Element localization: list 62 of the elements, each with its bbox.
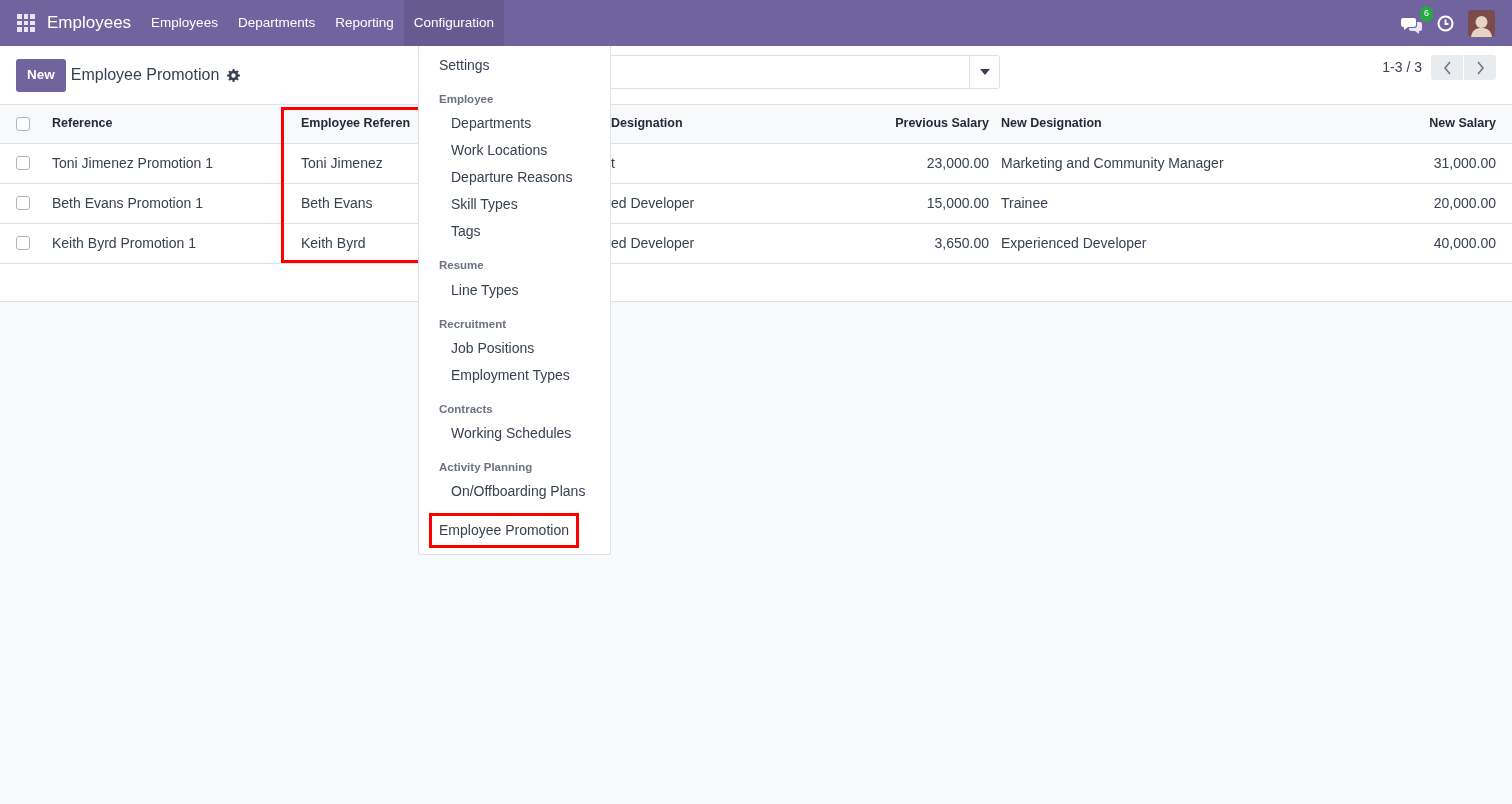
nav-menu-item[interactable]: Departments [227,0,326,46]
chevron-left-icon [1442,60,1452,75]
table-cell: 15,000.00 [926,194,989,211]
table-cell: ed Developer [611,234,695,251]
menu-item[interactable]: Working Schedules [419,420,592,447]
menu-item[interactable]: Departure Reasons [419,164,593,192]
menu-item[interactable]: Departments [419,110,552,138]
column-header[interactable]: Designation [611,116,683,131]
table-cell: 3,650.00 [934,234,989,251]
menu-item[interactable]: Tags [419,218,501,246]
apps-menu-icon[interactable] [17,14,35,32]
menu-item[interactable]: Employment Types [419,361,590,389]
table-cell: Marketing and Community Manager [1001,154,1224,171]
message-count: 6 [1420,6,1433,22]
menu-item[interactable]: Work Locations [419,137,568,165]
table-cell: Toni Jimenez Promotion 1 [52,154,214,171]
column-header[interactable]: Reference [52,116,113,131]
table-cell: 20,000.00 [1433,194,1496,211]
nav-menu-item[interactable]: Configuration [403,0,505,46]
clock-icon[interactable] [1437,14,1454,32]
menu-item[interactable]: Employee Promotion [429,513,579,549]
table-cell: Trainee [1001,194,1048,211]
new-button[interactable]: New [16,58,66,92]
caret-icon [979,69,990,75]
column-header[interactable]: New Designation [1001,116,1102,131]
menu-item[interactable]: Skill Types [419,191,538,219]
menu-section-header: Resume [438,258,485,274]
table-cell: Keith Byrd [301,234,366,251]
menu-item[interactable]: Line Types [419,276,539,304]
menu-section-header: Employee [438,92,495,107]
previous-button[interactable] [1431,55,1463,80]
menu-item[interactable]: Settings [419,52,510,79]
table-cell: 23,000.00 [926,154,989,171]
checkbox[interactable] [16,156,30,170]
table-cell: Toni Jimenez [301,154,383,171]
table-cell: 31,000.00 [1433,154,1496,171]
table-cell: Beth Evans Promotion 1 [52,194,203,211]
checkbox[interactable] [16,196,30,210]
avatar[interactable] [1468,9,1495,37]
table-cell: 40,000.00 [1433,234,1496,251]
table-cell: t [611,154,615,171]
app-name[interactable]: Employees [47,10,132,36]
table-cell: Experienced Developer [1001,234,1147,251]
nav-menu-item[interactable]: Employees [141,0,228,46]
table-cell: Keith Byrd Promotion 1 [52,234,196,251]
column-header[interactable]: Previous Salary [895,116,989,131]
next-button[interactable] [1464,55,1496,80]
menu-section-header: Contracts [438,401,494,417]
table-cell: ed Developer [611,194,695,211]
column-header[interactable]: New Salary [1429,116,1496,131]
checkbox[interactable] [16,116,30,131]
nav-menu-item[interactable]: Reporting [325,0,404,46]
menu-item[interactable]: On/Offboarding Plans [419,478,606,506]
checkbox[interactable] [16,236,30,250]
menu-item[interactable]: Job Positions [419,334,555,362]
chevron-right-icon [1475,60,1485,75]
menu-section-header: Activity Planning [438,460,534,475]
menu-section-header: Recruitment [438,316,508,332]
pager-value[interactable]: 1-3 / 3 [1382,57,1422,78]
gear-icon[interactable] [227,68,241,82]
table-cell: Beth Evans [301,194,373,211]
page-title: Employee Promotion [70,65,220,85]
